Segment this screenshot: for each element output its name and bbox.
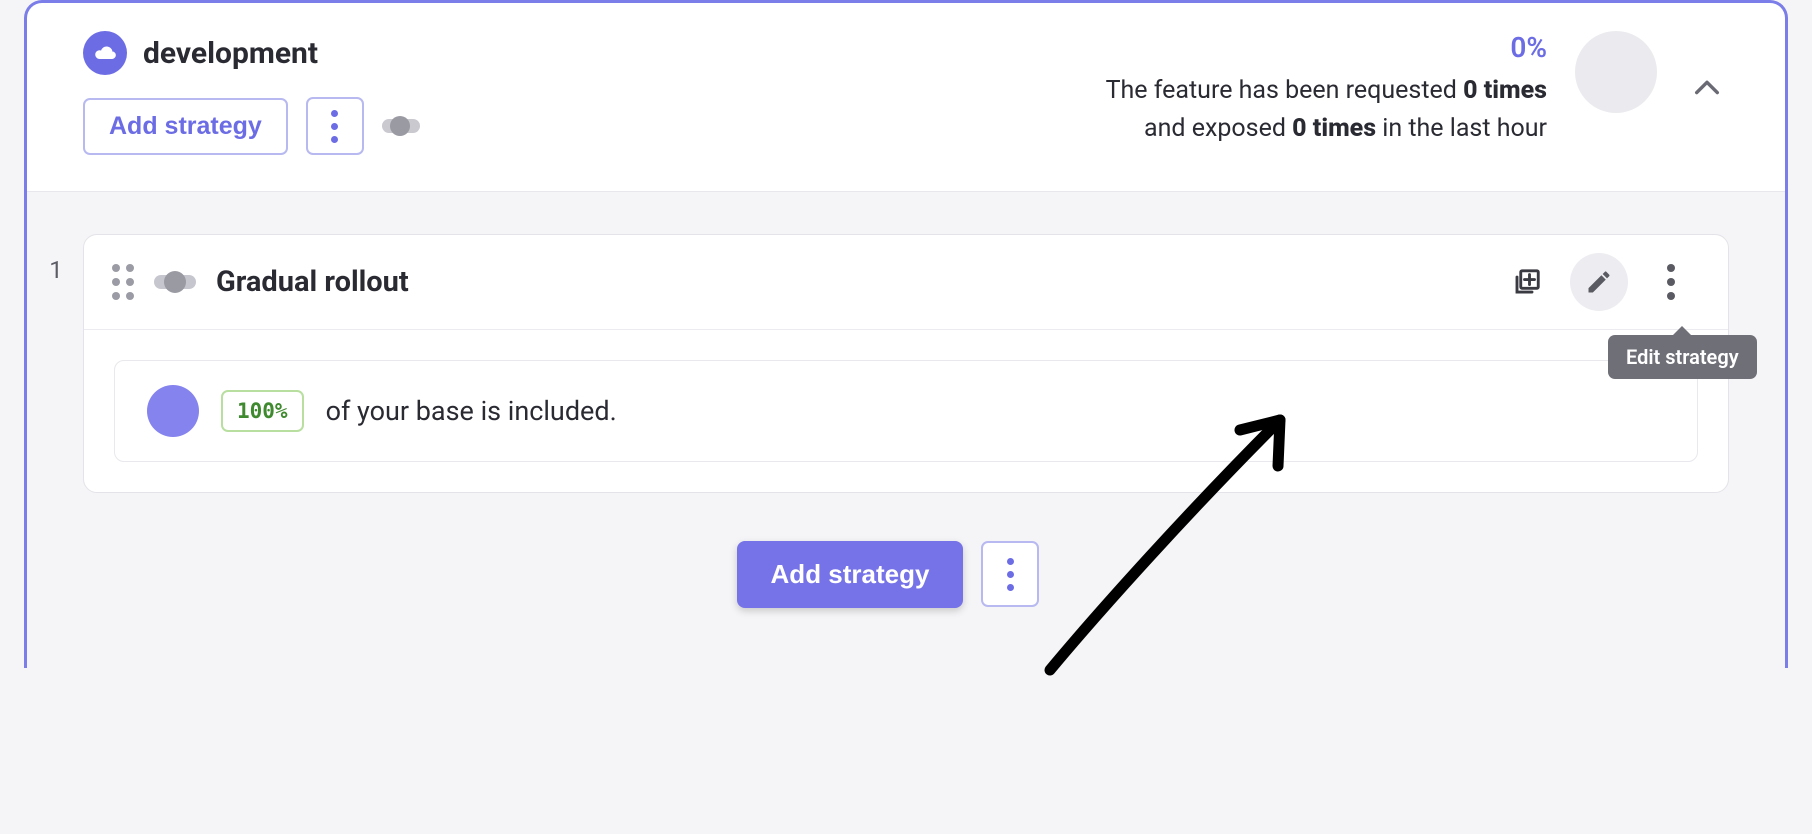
more-vertical-icon [1007, 558, 1014, 591]
more-vertical-icon [331, 110, 338, 143]
more-vertical-icon [1667, 264, 1675, 300]
strategy-more-button[interactable] [1642, 253, 1700, 311]
strategies-list: 1 Gradual rollout [27, 192, 1785, 668]
strategy-title: Gradual rollout [216, 265, 409, 299]
add-strategy-button-bottom[interactable]: Add strategy [737, 541, 964, 608]
add-strategy-button[interactable]: Add strategy [83, 98, 288, 155]
edit-strategy-button[interactable] [1570, 253, 1628, 311]
copy-plus-icon [1512, 267, 1542, 297]
stats-chart-placeholder [1575, 31, 1657, 113]
rollout-summary: 100% of your base is included. [114, 360, 1698, 462]
environment-card: development Add strategy 0% The feature … [24, 0, 1788, 668]
edit-strategy-tooltip: Edit strategy [1608, 335, 1757, 379]
stats-line-1: The feature has been requested 0 times [1106, 72, 1547, 110]
chevron-up-icon [1693, 80, 1721, 96]
pencil-icon [1585, 268, 1613, 296]
strategy-card: Gradual rollout Edit strategy [83, 234, 1729, 493]
drag-handle-icon[interactable] [112, 264, 134, 300]
rollout-text: of your base is included. [326, 395, 617, 427]
copy-strategy-button[interactable] [1498, 253, 1556, 311]
environment-toggle[interactable] [382, 119, 420, 133]
stats-percentage: 0% [1106, 31, 1547, 64]
environment-name: development [143, 36, 318, 71]
collapse-button[interactable] [1685, 72, 1729, 107]
rollout-percentage-badge: 100% [221, 390, 304, 432]
strategy-menu-button[interactable] [306, 97, 364, 155]
stats-line-2: and exposed 0 times in the last hour [1106, 110, 1547, 148]
stats-block: 0% The feature has been requested 0 time… [1106, 31, 1547, 147]
rollout-indicator-icon [147, 385, 199, 437]
strategy-index: 1 [47, 256, 65, 284]
cloud-icon [83, 31, 127, 75]
add-strategy-menu-button-bottom[interactable] [981, 541, 1039, 607]
strategy-toggle[interactable] [154, 275, 196, 289]
environment-header: development Add strategy 0% The feature … [27, 3, 1785, 192]
